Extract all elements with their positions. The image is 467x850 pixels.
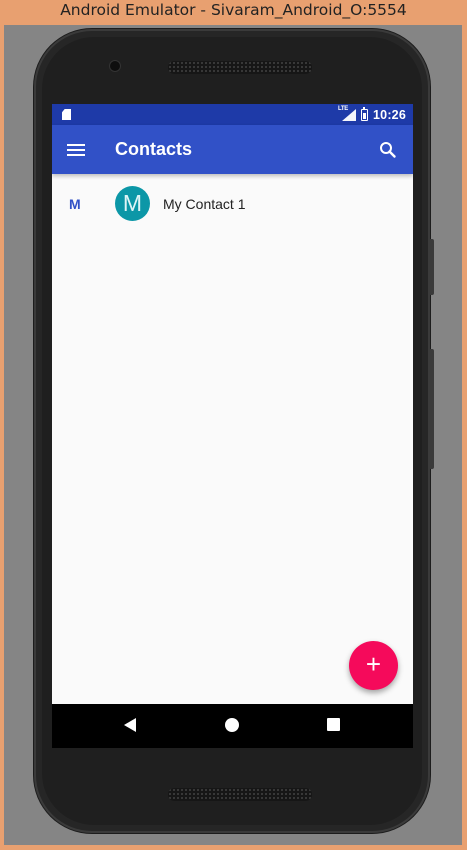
lte-signal-icon: LTE [338, 106, 357, 121]
section-header-letter: M [69, 196, 81, 212]
bottom-speaker-grille [168, 788, 312, 801]
power-button[interactable] [430, 349, 434, 469]
hamburger-menu-icon[interactable] [62, 136, 90, 164]
status-bar: LTE 10:26 [52, 104, 413, 125]
search-icon[interactable] [375, 137, 401, 163]
page-title: Contacts [115, 139, 193, 159]
home-icon[interactable] [225, 718, 239, 732]
battery-icon [361, 106, 369, 121]
volume-button[interactable] [430, 239, 434, 295]
contact-list: M M My Contact 1 [52, 174, 413, 234]
recents-icon[interactable] [327, 718, 340, 731]
status-time: 10:26 [373, 107, 406, 122]
navigation-bar [52, 704, 413, 748]
contact-name: My Contact 1 [163, 196, 246, 212]
back-icon[interactable] [124, 718, 136, 732]
sim-card-icon [62, 109, 71, 120]
top-speaker-grille [168, 61, 312, 74]
list-item[interactable]: M M My Contact 1 [52, 174, 413, 234]
add-contact-button[interactable]: + [349, 641, 398, 690]
device-screen: LTE 10:26 Contacts M M My Contact 1 + [52, 104, 413, 748]
status-indicators: LTE 10:26 [338, 104, 406, 125]
avatar: M [115, 186, 150, 221]
front-camera [110, 61, 120, 71]
network-type-label: LTE [338, 106, 349, 112]
emulator-window-title: Android Emulator - Sivaram_Android_O:555… [60, 1, 407, 19]
app-bar: Contacts [52, 125, 413, 174]
